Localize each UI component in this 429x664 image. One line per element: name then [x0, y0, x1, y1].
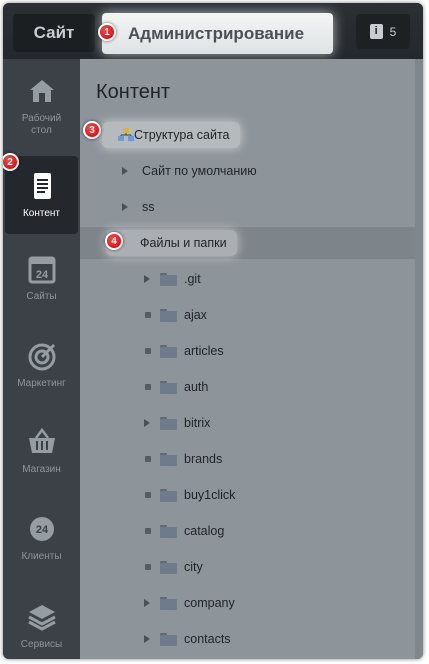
- folder-row[interactable]: buy1click: [80, 479, 415, 511]
- tree-item-ss[interactable]: ss: [80, 191, 415, 223]
- tab-administration[interactable]: Администрирование: [102, 13, 333, 54]
- content-panel: Контент Структура сайта Сайт по умолчани…: [80, 59, 423, 659]
- sidebar-item-clients[interactable]: 24 Клиенты: [5, 499, 78, 577]
- page-title: Контент: [96, 81, 171, 103]
- folder-row[interactable]: ajax: [80, 299, 415, 331]
- sidebar-item-desktop[interactable]: Рабочий стол: [5, 61, 78, 139]
- sidebar-item-label: Контент: [22, 208, 61, 219]
- tree-item-structure[interactable]: Структура сайта: [80, 119, 415, 151]
- target-icon: [28, 343, 55, 371]
- expand-arrow-icon[interactable]: [144, 419, 150, 427]
- home-icon: [29, 80, 54, 102]
- tab-site[interactable]: Сайт: [13, 14, 95, 52]
- expand-arrow-icon[interactable]: [122, 167, 128, 175]
- leaf-dot-icon: [145, 492, 151, 498]
- sidebar-item-label: Сервисы: [20, 639, 63, 650]
- folder-row[interactable]: catalog: [80, 515, 415, 547]
- svg-text:24: 24: [35, 269, 48, 281]
- sidebar-item-label: Сайты: [26, 291, 57, 302]
- folder-icon: [160, 524, 177, 538]
- marker-3: 3: [83, 121, 101, 139]
- folder-icon: [160, 380, 177, 394]
- folder-row[interactable]: brands: [80, 443, 415, 475]
- expand-arrow-icon[interactable]: [144, 635, 150, 643]
- leaf-dot-icon: [145, 564, 151, 570]
- folder-icon: [160, 632, 177, 646]
- folder-label: auth: [184, 380, 209, 394]
- folder-icon: [160, 416, 177, 430]
- folder-icon: [160, 452, 177, 466]
- site-structure-icon: [118, 128, 134, 141]
- sidebar-item-sites[interactable]: 24 Сайты: [5, 239, 78, 317]
- folder-label: brands: [184, 452, 223, 466]
- tree-item-label: Структура сайта: [134, 128, 230, 142]
- folder-row[interactable]: contacts: [80, 623, 415, 655]
- folder-label: bitrix: [184, 416, 211, 430]
- top-bar: Сайт Администрирование i 5: [3, 3, 423, 59]
- app-window: Сайт Администрирование i 5 1 2 3 4 Рабоч…: [3, 3, 423, 659]
- notifications-count: 5: [389, 24, 397, 39]
- folder-label: buy1click: [184, 488, 236, 502]
- folder-icon: [160, 488, 177, 502]
- folder-icon: [160, 560, 177, 574]
- folder-label: contacts: [184, 632, 231, 646]
- leaf-dot-icon: [145, 348, 151, 354]
- tree-item-label: Файлы и папки: [140, 236, 227, 250]
- leaf-dot-icon: [145, 384, 151, 390]
- layers-icon: [27, 605, 56, 631]
- folder-icon: [160, 272, 177, 286]
- folder-label: city: [184, 560, 203, 574]
- sidebar-item-marketing[interactable]: Маркетинг: [5, 326, 78, 404]
- expand-arrow-icon[interactable]: [122, 203, 128, 211]
- sidebar-item-label: Магазин: [22, 464, 61, 475]
- folder-icon: [160, 344, 177, 358]
- basket-icon: [28, 427, 55, 453]
- sidebar-item-label: Клиенты: [21, 551, 62, 562]
- calendar-24-icon: 24: [28, 256, 55, 284]
- leaf-dot-icon: [145, 312, 151, 318]
- folder-icon: [160, 596, 177, 610]
- folder-row[interactable]: auth: [80, 371, 415, 403]
- sidebar-item-shop[interactable]: Магазин: [5, 412, 78, 490]
- tree-item-label: ss: [142, 200, 155, 214]
- leaf-dot-icon: [145, 528, 151, 534]
- tree-item-default-site[interactable]: Сайт по умолчанию: [80, 155, 415, 187]
- tree-item-files-folders[interactable]: Файлы и папки: [80, 227, 415, 259]
- sidebar-item-label: Рабочий стол: [21, 113, 62, 136]
- scrollbar-track[interactable]: [415, 59, 423, 659]
- folder-label: catalog: [184, 524, 225, 538]
- folder-icon: [160, 308, 177, 322]
- folder-label: ajax: [184, 308, 207, 322]
- info-icon: i: [369, 24, 383, 39]
- sidebar: Рабочий стол Контент 24 Сайты Маркетинг …: [3, 59, 80, 659]
- folder-label: company: [184, 596, 235, 610]
- svg-text:24: 24: [35, 524, 48, 536]
- document-icon: [33, 173, 51, 199]
- expand-arrow-icon[interactable]: [144, 599, 150, 607]
- folder-row[interactable]: bitrix: [80, 407, 415, 439]
- folder-row[interactable]: city: [80, 551, 415, 583]
- folder-label: .git: [184, 272, 201, 286]
- folder-row[interactable]: company: [80, 587, 415, 619]
- marker-4: 4: [105, 232, 123, 250]
- folder-row[interactable]: articles: [80, 335, 415, 367]
- notifications-button[interactable]: i 5: [356, 14, 410, 49]
- tree-item-highlight: Файлы и папки: [106, 230, 237, 256]
- sidebar-item-label: Маркетинг: [17, 378, 66, 389]
- marker-1: 1: [98, 23, 116, 41]
- folder-row[interactable]: .git: [80, 263, 415, 295]
- leaf-dot-icon: [145, 456, 151, 462]
- folder-label: articles: [184, 344, 224, 358]
- tree-item-label: Сайт по умолчанию: [142, 164, 257, 178]
- expand-arrow-icon[interactable]: [144, 275, 150, 283]
- clients-24-icon: 24: [29, 517, 54, 541]
- sidebar-item-services[interactable]: Сервисы: [5, 587, 78, 659]
